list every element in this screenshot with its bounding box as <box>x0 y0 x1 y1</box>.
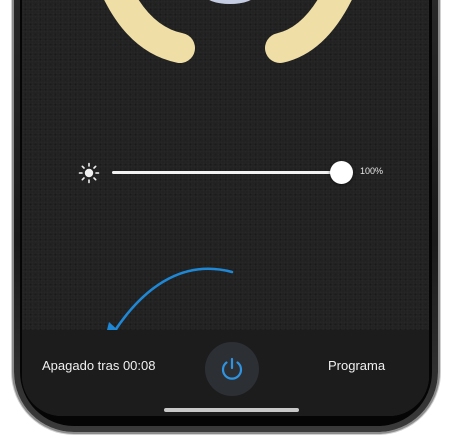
lamp-arm-right <box>265 0 352 63</box>
sun-icon <box>78 162 100 184</box>
brightness-control: 100% <box>78 160 398 186</box>
lamp-illustration <box>104 0 352 63</box>
lamp-arm-left <box>104 0 195 63</box>
brightness-slider-fill <box>112 171 342 174</box>
bottom-bar: Apagado tras 00:08 Programa <box>22 330 429 416</box>
app-screen: 100% Apagado tras 00:08 Programa <box>22 0 429 416</box>
program-button[interactable]: Programa <box>328 358 385 373</box>
brightness-slider[interactable] <box>112 161 353 184</box>
auto-off-timer-button[interactable]: Apagado tras 00:08 <box>42 358 155 373</box>
screenshot-stage: 100% Apagado tras 00:08 Programa <box>0 0 451 443</box>
power-button[interactable] <box>205 342 259 396</box>
brightness-value: 100% <box>360 166 384 176</box>
home-indicator[interactable] <box>164 408 299 412</box>
power-icon <box>221 357 243 380</box>
lamp-top <box>209 0 251 4</box>
brightness-slider-thumb[interactable] <box>330 161 353 184</box>
